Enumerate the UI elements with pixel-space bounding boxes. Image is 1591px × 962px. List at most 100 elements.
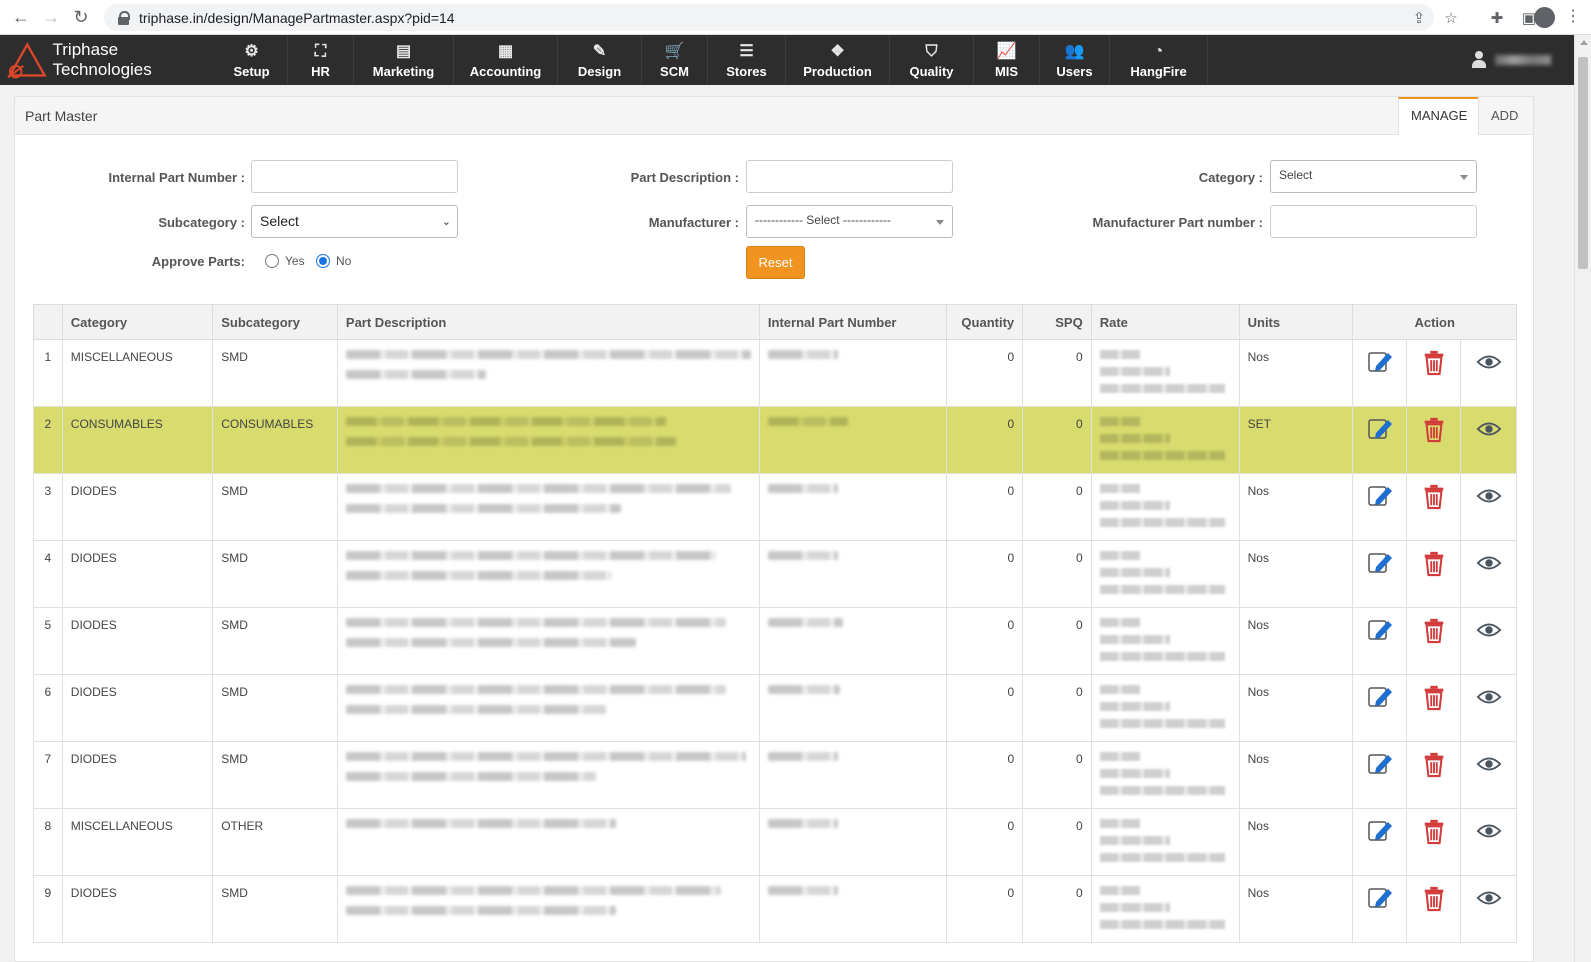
page-scrollbar[interactable] — [1574, 35, 1591, 962]
address-bar[interactable]: triphase.in/design/ManagePartmaster.aspx… — [104, 4, 1434, 31]
nav-item-stores[interactable]: ☰ Stores — [708, 35, 786, 85]
cell-edit — [1352, 473, 1408, 541]
nav-item-quality[interactable]: ⛉ Quality — [890, 35, 974, 85]
cell-delete — [1406, 473, 1462, 541]
cell-units: Nos — [1238, 607, 1354, 675]
edit-icon[interactable] — [1366, 883, 1394, 913]
reload-icon[interactable]: ↻ — [66, 2, 96, 32]
col-header-spq[interactable]: SPQ — [1022, 304, 1092, 340]
col-header-category[interactable]: Category — [61, 304, 214, 340]
manufacturer-label: Manufacturer : — [648, 215, 739, 230]
redacted-text — [345, 437, 676, 446]
nav-item-scm[interactable]: 🛒 SCM — [642, 35, 708, 85]
delete-trash-icon[interactable] — [1420, 682, 1448, 712]
tab-manage[interactable]: MANAGE — [1398, 97, 1478, 135]
nav-item-hangfire[interactable]: ◔ HangFire — [1110, 35, 1208, 85]
share-icon[interactable]: ⇪ — [1409, 9, 1429, 27]
table-row[interactable]: 8 MISCELLANEOUS OTHER 0 0 Nos — [33, 808, 1517, 876]
col-header-rate[interactable]: Rate — [1090, 304, 1240, 340]
edit-icon[interactable] — [1366, 749, 1394, 779]
back-arrow-icon[interactable]: ← — [6, 2, 36, 32]
approve-yes-radio[interactable]: Yes — [265, 254, 305, 268]
view-eye-icon[interactable] — [1475, 548, 1503, 578]
delete-trash-icon[interactable] — [1420, 883, 1448, 913]
view-eye-icon[interactable] — [1475, 816, 1503, 846]
cell-ipn-redacted — [758, 875, 948, 943]
nav-item-design[interactable]: ✎ Design — [558, 35, 642, 85]
star-icon[interactable]: ☆ — [1441, 9, 1461, 27]
view-eye-icon[interactable] — [1475, 749, 1503, 779]
edit-icon[interactable] — [1366, 682, 1394, 712]
cell-subcategory: CONSUMABLES — [212, 406, 338, 474]
delete-trash-icon[interactable] — [1420, 816, 1448, 846]
redacted-text — [1099, 702, 1170, 711]
forward-arrow-icon[interactable]: → — [36, 2, 66, 32]
col-header-units[interactable]: Units — [1238, 304, 1354, 340]
nav-item-label: HR — [311, 63, 330, 79]
edit-icon[interactable] — [1366, 347, 1394, 377]
brand[interactable]: Triphase Technologies — [0, 35, 216, 85]
nav-item-production[interactable]: ❖ Production — [786, 35, 890, 85]
delete-trash-icon[interactable] — [1420, 347, 1448, 377]
scroll-up-arrow-icon[interactable] — [1580, 40, 1588, 45]
scrollbar-thumb[interactable] — [1578, 57, 1588, 269]
view-eye-icon[interactable] — [1475, 883, 1503, 913]
edit-icon[interactable] — [1366, 414, 1394, 444]
table-row[interactable]: 9 DIODES SMD 0 0 Nos — [33, 875, 1517, 943]
nav-item-hr[interactable]: ⛶ HR — [288, 35, 354, 85]
table-row[interactable]: 5 DIODES SMD 0 0 Nos — [33, 607, 1517, 675]
cell-units: Nos — [1238, 674, 1354, 742]
cell-subcategory: SMD — [212, 875, 338, 943]
delete-trash-icon[interactable] — [1420, 548, 1448, 578]
col-header-ipn[interactable]: Internal Part Number — [758, 304, 948, 340]
edit-icon[interactable] — [1366, 615, 1394, 645]
table-row[interactable]: 6 DIODES SMD 0 0 Nos — [33, 674, 1517, 742]
manufacturer-select[interactable]: ------------ Select ------------ — [746, 205, 953, 238]
profile-avatar-icon[interactable] — [1534, 7, 1555, 28]
delete-trash-icon[interactable] — [1420, 749, 1448, 779]
cell-units: Nos — [1238, 473, 1354, 541]
redacted-text — [767, 685, 840, 694]
delete-trash-icon[interactable] — [1420, 615, 1448, 645]
table-row[interactable]: 4 DIODES SMD 0 0 Nos — [33, 540, 1517, 608]
edit-icon[interactable] — [1366, 548, 1394, 578]
nav-item-marketing[interactable]: ▤ Marketing — [354, 35, 454, 85]
gear-icon: ⚙ — [244, 42, 259, 60]
cell-units: Nos — [1238, 808, 1354, 876]
col-header-description[interactable]: Part Description — [336, 304, 760, 340]
col-header-subcategory[interactable]: Subcategory — [212, 304, 338, 340]
redacted-text — [345, 752, 746, 761]
tab-add[interactable]: ADD — [1478, 97, 1534, 135]
col-header-quantity[interactable]: Quantity — [946, 304, 1024, 340]
nav-item-accounting[interactable]: ▦ Accounting — [454, 35, 558, 85]
part-description-input[interactable] — [746, 160, 953, 193]
nav-item-mis[interactable]: 📈 MIS — [974, 35, 1040, 85]
delete-trash-icon[interactable] — [1420, 481, 1448, 511]
cell-spq: 0 — [1022, 674, 1092, 742]
redacted-text — [1099, 484, 1140, 493]
view-eye-icon[interactable] — [1475, 347, 1503, 377]
delete-trash-icon[interactable] — [1420, 414, 1448, 444]
extensions-icon[interactable]: ✚ — [1487, 9, 1507, 27]
nav-item-users[interactable]: 👥 Users — [1040, 35, 1110, 85]
table-row[interactable]: 7 DIODES SMD 0 0 Nos — [33, 741, 1517, 809]
reset-button[interactable]: Reset — [746, 246, 805, 279]
edit-icon[interactable] — [1366, 481, 1394, 511]
subcategory-select[interactable]: Select ⌄ — [251, 205, 458, 238]
view-eye-icon[interactable] — [1475, 414, 1503, 444]
manufacturer-part-number-input[interactable] — [1270, 205, 1477, 238]
edit-icon[interactable] — [1366, 816, 1394, 846]
view-eye-icon[interactable] — [1475, 481, 1503, 511]
view-eye-icon[interactable] — [1475, 682, 1503, 712]
table-row[interactable]: 3 DIODES SMD 0 0 Nos — [33, 473, 1517, 541]
more-menu-icon[interactable]: ⋮ — [1565, 6, 1581, 26]
user-menu[interactable] — [1471, 35, 1551, 85]
category-select[interactable]: Select — [1270, 160, 1477, 193]
view-eye-icon[interactable] — [1475, 615, 1503, 645]
nav-item-setup[interactable]: ⚙ Setup — [216, 35, 288, 85]
internal-part-number-input[interactable] — [251, 160, 458, 193]
table-row[interactable]: 2 CONSUMABLES CONSUMABLES 0 0 SET — [33, 406, 1517, 474]
table-row[interactable]: 1 MISCELLANEOUS SMD 0 0 Nos — [33, 339, 1517, 407]
approve-no-radio[interactable]: No — [316, 254, 351, 268]
panel-header: Part Master MANAGE ADD — [15, 97, 1533, 135]
